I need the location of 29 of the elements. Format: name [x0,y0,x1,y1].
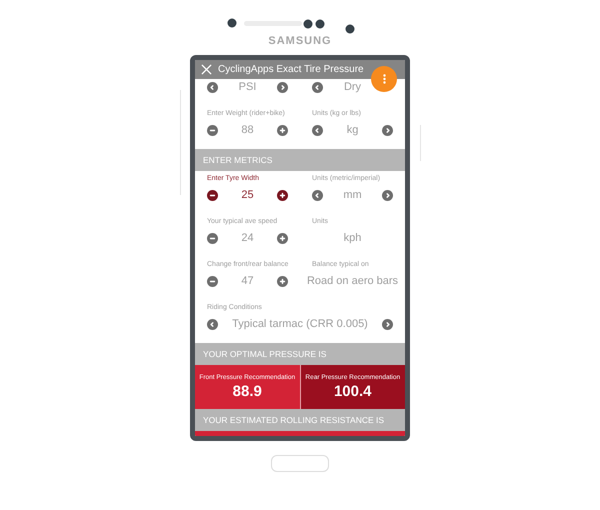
value-text: 25 [241,188,254,203]
plus-button-icon[interactable] [277,232,288,244]
value-text: mm [343,188,362,203]
value-text: PSI [238,80,256,95]
value-text: 47 [241,274,254,289]
menu-button[interactable] [371,66,397,92]
value-text: kph [344,230,362,246]
brand-logo: SAMSUNG [268,36,332,47]
plus-button-icon[interactable] [277,276,288,286]
plus-button-icon[interactable] [277,124,288,136]
plus-button-icon[interactable] [277,190,288,200]
value-text: kg [346,122,358,138]
value-text: Dry [344,80,362,95]
section-header: YOUR OPTIMAL PRESSURE IS [203,348,326,360]
minus-button-icon[interactable] [207,190,218,200]
close-icon[interactable] [201,64,212,75]
minus-button-icon[interactable] [207,276,218,286]
section-header: ENTER METRICS [203,154,272,166]
minus-button-icon[interactable] [207,124,218,136]
result-value: 100.4 [334,382,372,402]
more-icon [382,74,386,84]
result-value: 88.9 [232,382,262,402]
value-text: Road on aero bars [306,274,398,289]
value-text: 24 [241,230,254,246]
app-title: CyclingApps Exact Tire Pressure [218,63,364,77]
value-text: 88 [241,122,254,138]
value-text: Typical tarmac (CRR 0.005) [232,316,368,332]
section-header: YOUR ESTIMATED ROLLING RESISTANCE IS [203,414,384,426]
minus-button-icon[interactable] [207,232,218,244]
